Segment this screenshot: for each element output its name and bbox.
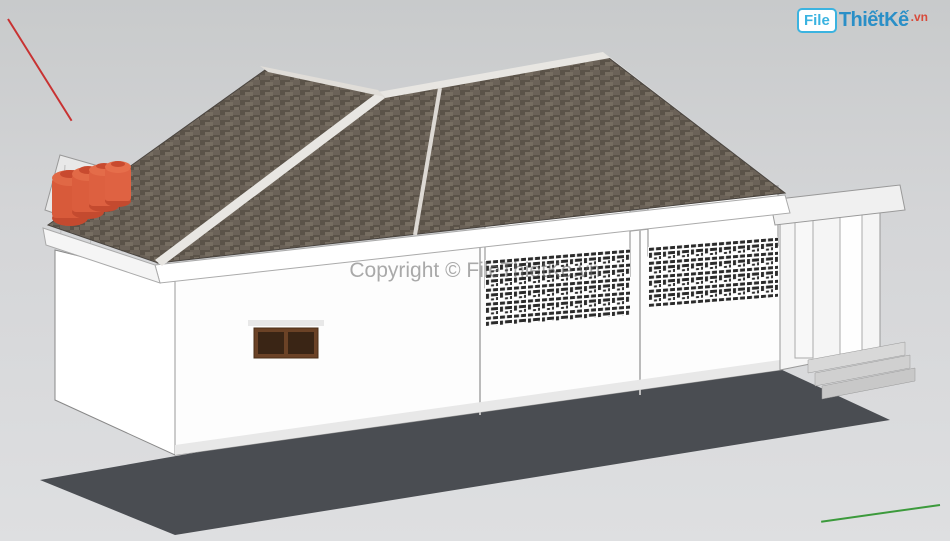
window-pane-left	[258, 332, 284, 354]
house-model[interactable]	[0, 0, 950, 541]
window-lintel	[248, 320, 324, 326]
porch-column-1	[840, 210, 862, 355]
sketchup-viewport[interactable]: File ThiếtKế .vn Copyright © FileThietKe…	[0, 0, 950, 541]
logo-file-text: File	[797, 8, 837, 33]
window-pane-right	[288, 332, 314, 354]
logo-brand-text: ThiếtKế	[839, 9, 909, 32]
logo-tld-text: .vn	[911, 10, 928, 24]
porch-column-2	[795, 218, 813, 358]
site-logo: File ThiếtKế .vn	[797, 8, 928, 33]
